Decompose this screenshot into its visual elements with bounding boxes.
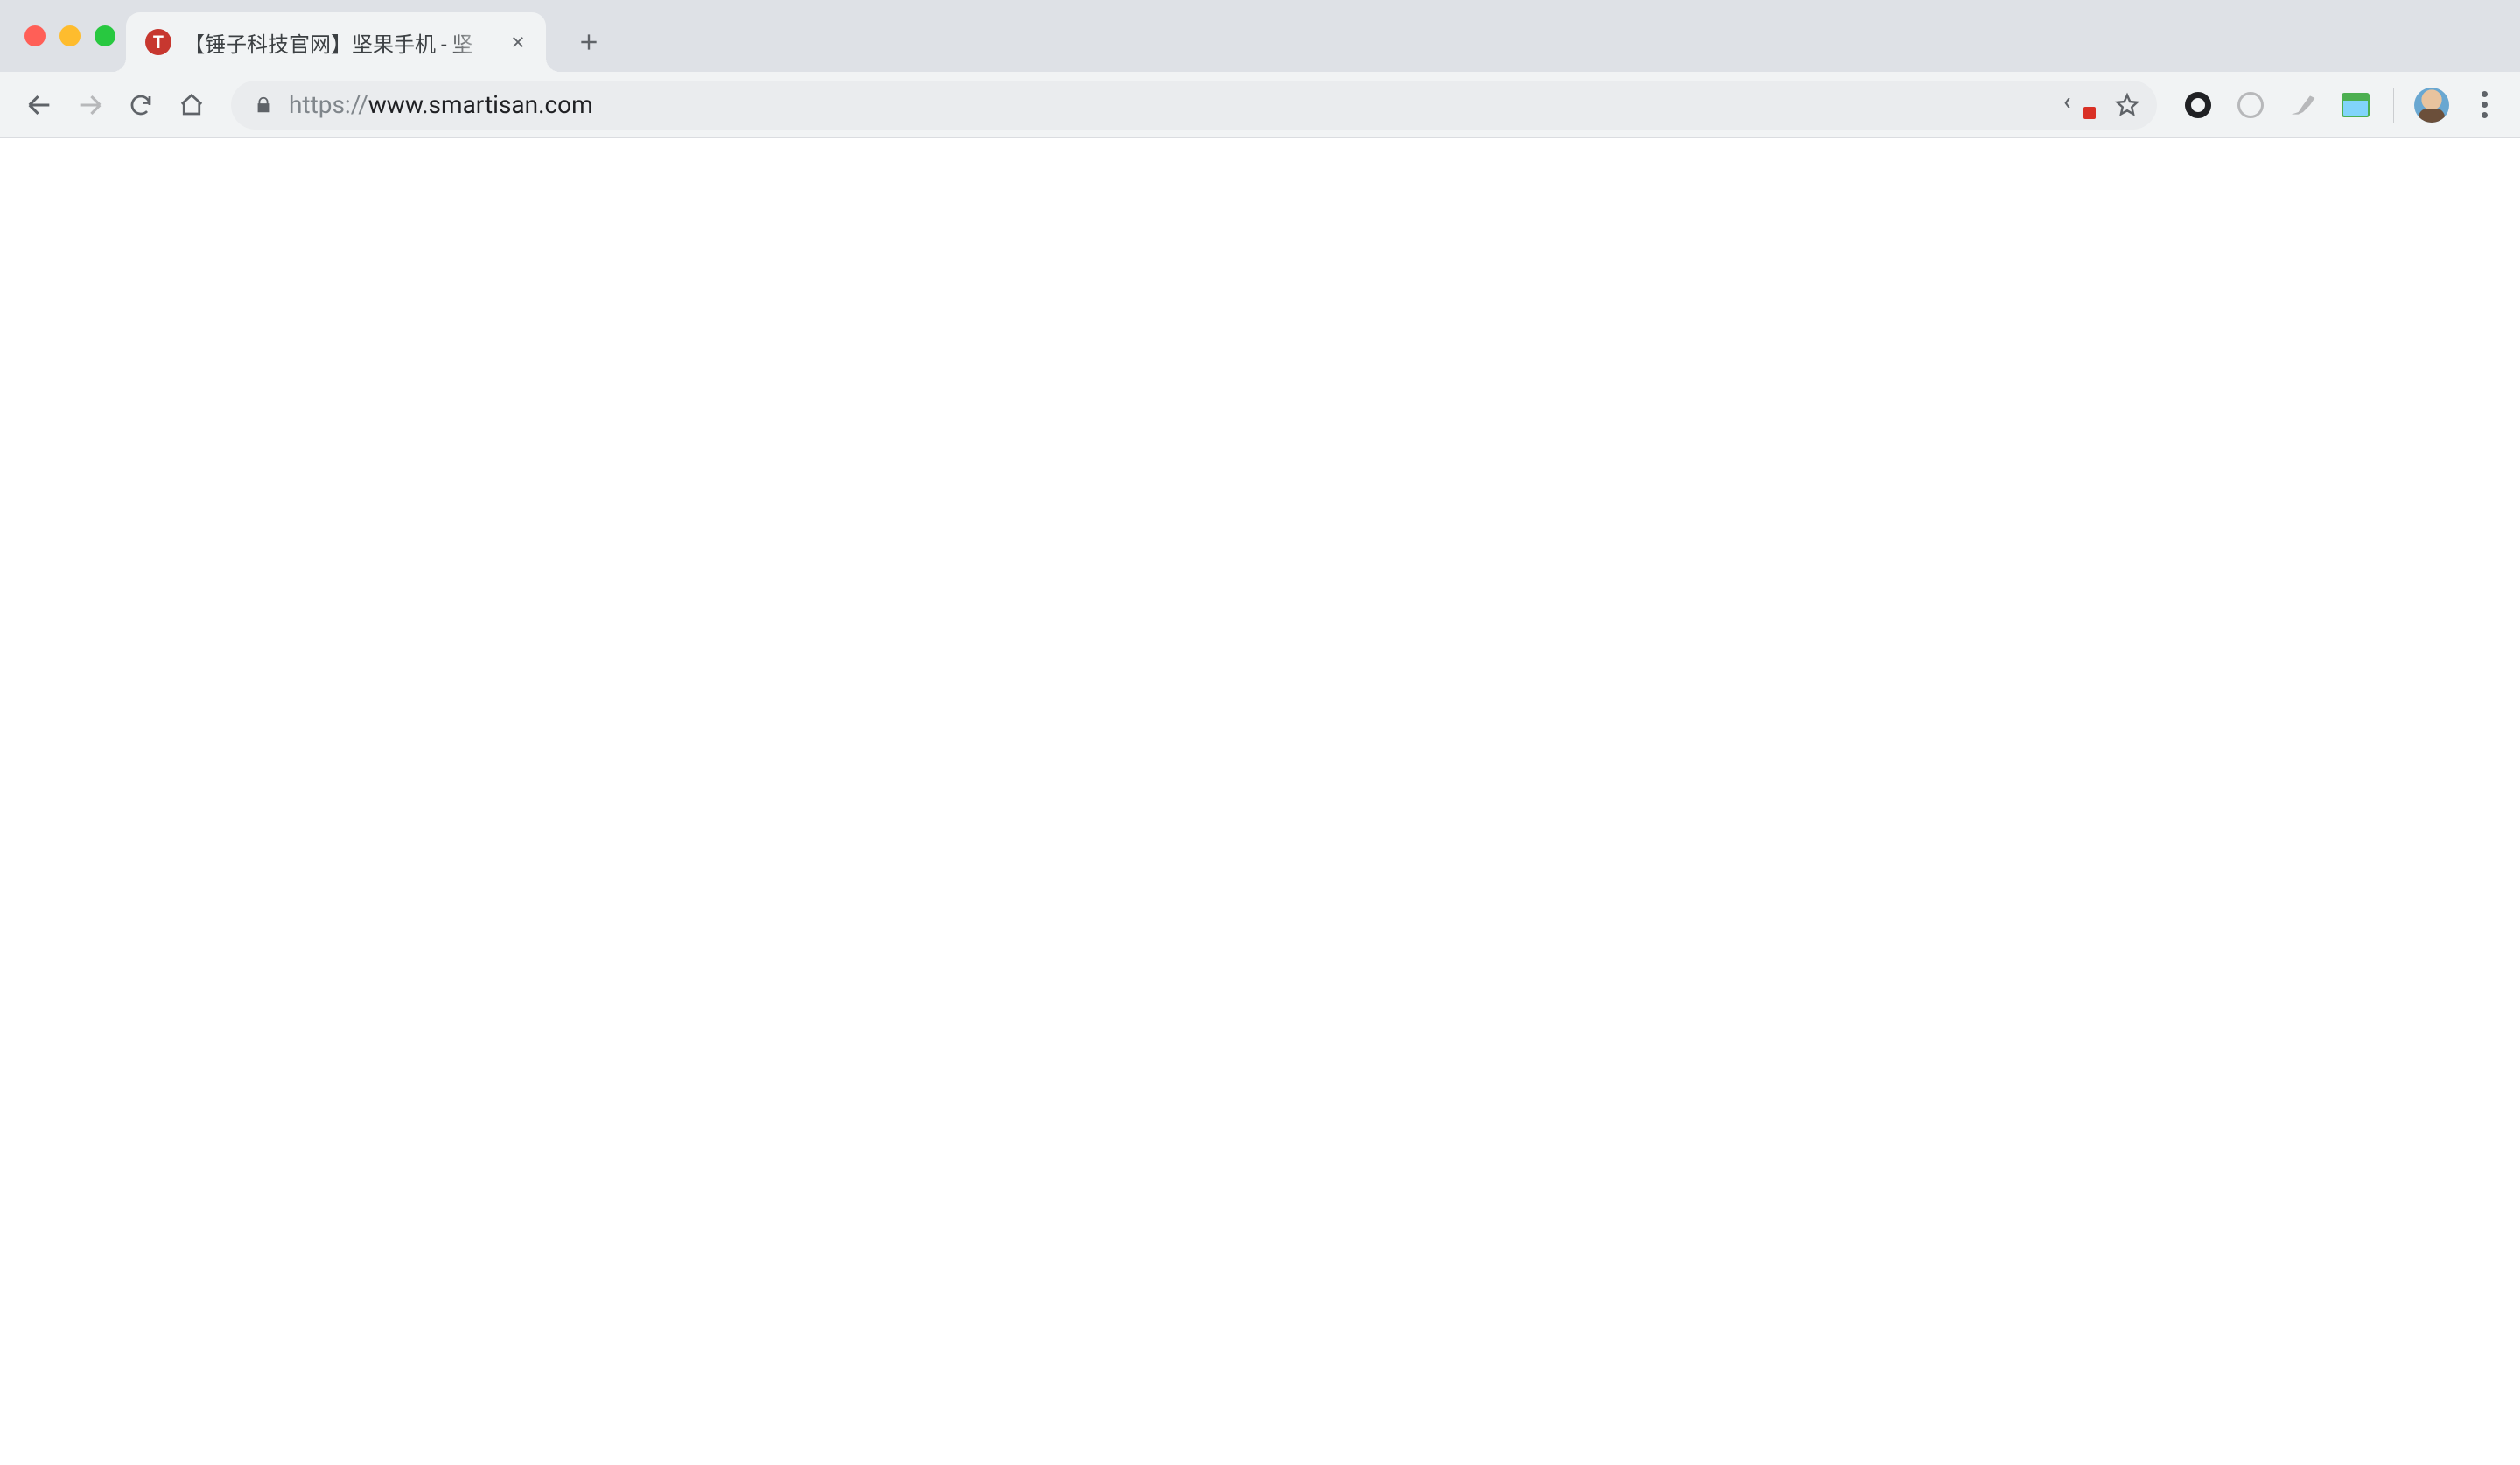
forward-button[interactable] xyxy=(66,81,114,129)
extensions-area xyxy=(2167,83,2506,127)
avatar-icon xyxy=(2414,88,2449,123)
window-mini-icon xyxy=(2342,93,2370,117)
toolbar: https://www.smartisan.com ‹ xyxy=(0,72,2520,138)
bird-icon xyxy=(2289,91,2317,119)
close-icon xyxy=(510,34,526,50)
lock-icon[interactable] xyxy=(254,95,273,115)
home-icon xyxy=(178,92,205,118)
window-minimize-button[interactable] xyxy=(60,25,80,46)
window-close-button[interactable] xyxy=(24,25,46,46)
arrow-right-icon xyxy=(75,90,105,120)
back-button[interactable] xyxy=(16,81,63,129)
browser-menu-button[interactable] xyxy=(2462,83,2506,127)
plus-icon xyxy=(578,31,600,53)
tabs-area: T 【锤子科技官网】坚果手机 - 坚 xyxy=(126,0,612,72)
reload-button[interactable] xyxy=(117,81,164,129)
profile-avatar-button[interactable] xyxy=(2410,83,2454,127)
bookmark-button[interactable] xyxy=(2110,88,2145,123)
url-text: https://www.smartisan.com xyxy=(289,90,2047,119)
kebab-menu-icon xyxy=(2482,91,2488,118)
window-maximize-button[interactable] xyxy=(94,25,116,46)
code-error-icon: ‹ xyxy=(2065,92,2095,118)
extension-button-3[interactable] xyxy=(2281,83,2325,127)
circle-bold-icon xyxy=(2185,92,2211,118)
url-scheme: https:// xyxy=(289,90,368,119)
tab-title: 【锤子科技官网】坚果手机 - 坚 xyxy=(184,27,494,58)
translate-or-devtools-button[interactable]: ‹ xyxy=(2062,88,2097,123)
window-controls xyxy=(24,25,116,46)
address-bar[interactable]: https://www.smartisan.com ‹ xyxy=(231,81,2157,130)
tab-close-button[interactable] xyxy=(506,30,530,54)
reload-icon xyxy=(128,92,154,118)
favicon-letter: T xyxy=(153,32,164,53)
page-content xyxy=(0,138,2520,1465)
star-icon xyxy=(2114,92,2140,118)
home-button[interactable] xyxy=(168,81,215,129)
extension-button-2[interactable] xyxy=(2229,83,2272,127)
arrow-left-icon xyxy=(24,90,54,120)
omnibox-actions: ‹ xyxy=(2062,88,2145,123)
extension-button-1[interactable] xyxy=(2176,83,2220,127)
circle-thin-icon xyxy=(2237,92,2264,118)
browser-tab[interactable]: T 【锤子科技官网】坚果手机 - 坚 xyxy=(126,12,546,72)
url-host: www.smartisan.com xyxy=(368,90,593,119)
tab-strip: T 【锤子科技官网】坚果手机 - 坚 xyxy=(0,0,2520,72)
extension-button-4[interactable] xyxy=(2334,83,2377,127)
new-tab-button[interactable] xyxy=(565,18,612,66)
tab-favicon: T xyxy=(145,29,172,55)
browser-chrome: T 【锤子科技官网】坚果手机 - 坚 xyxy=(0,0,2520,138)
toolbar-divider xyxy=(2393,88,2394,123)
